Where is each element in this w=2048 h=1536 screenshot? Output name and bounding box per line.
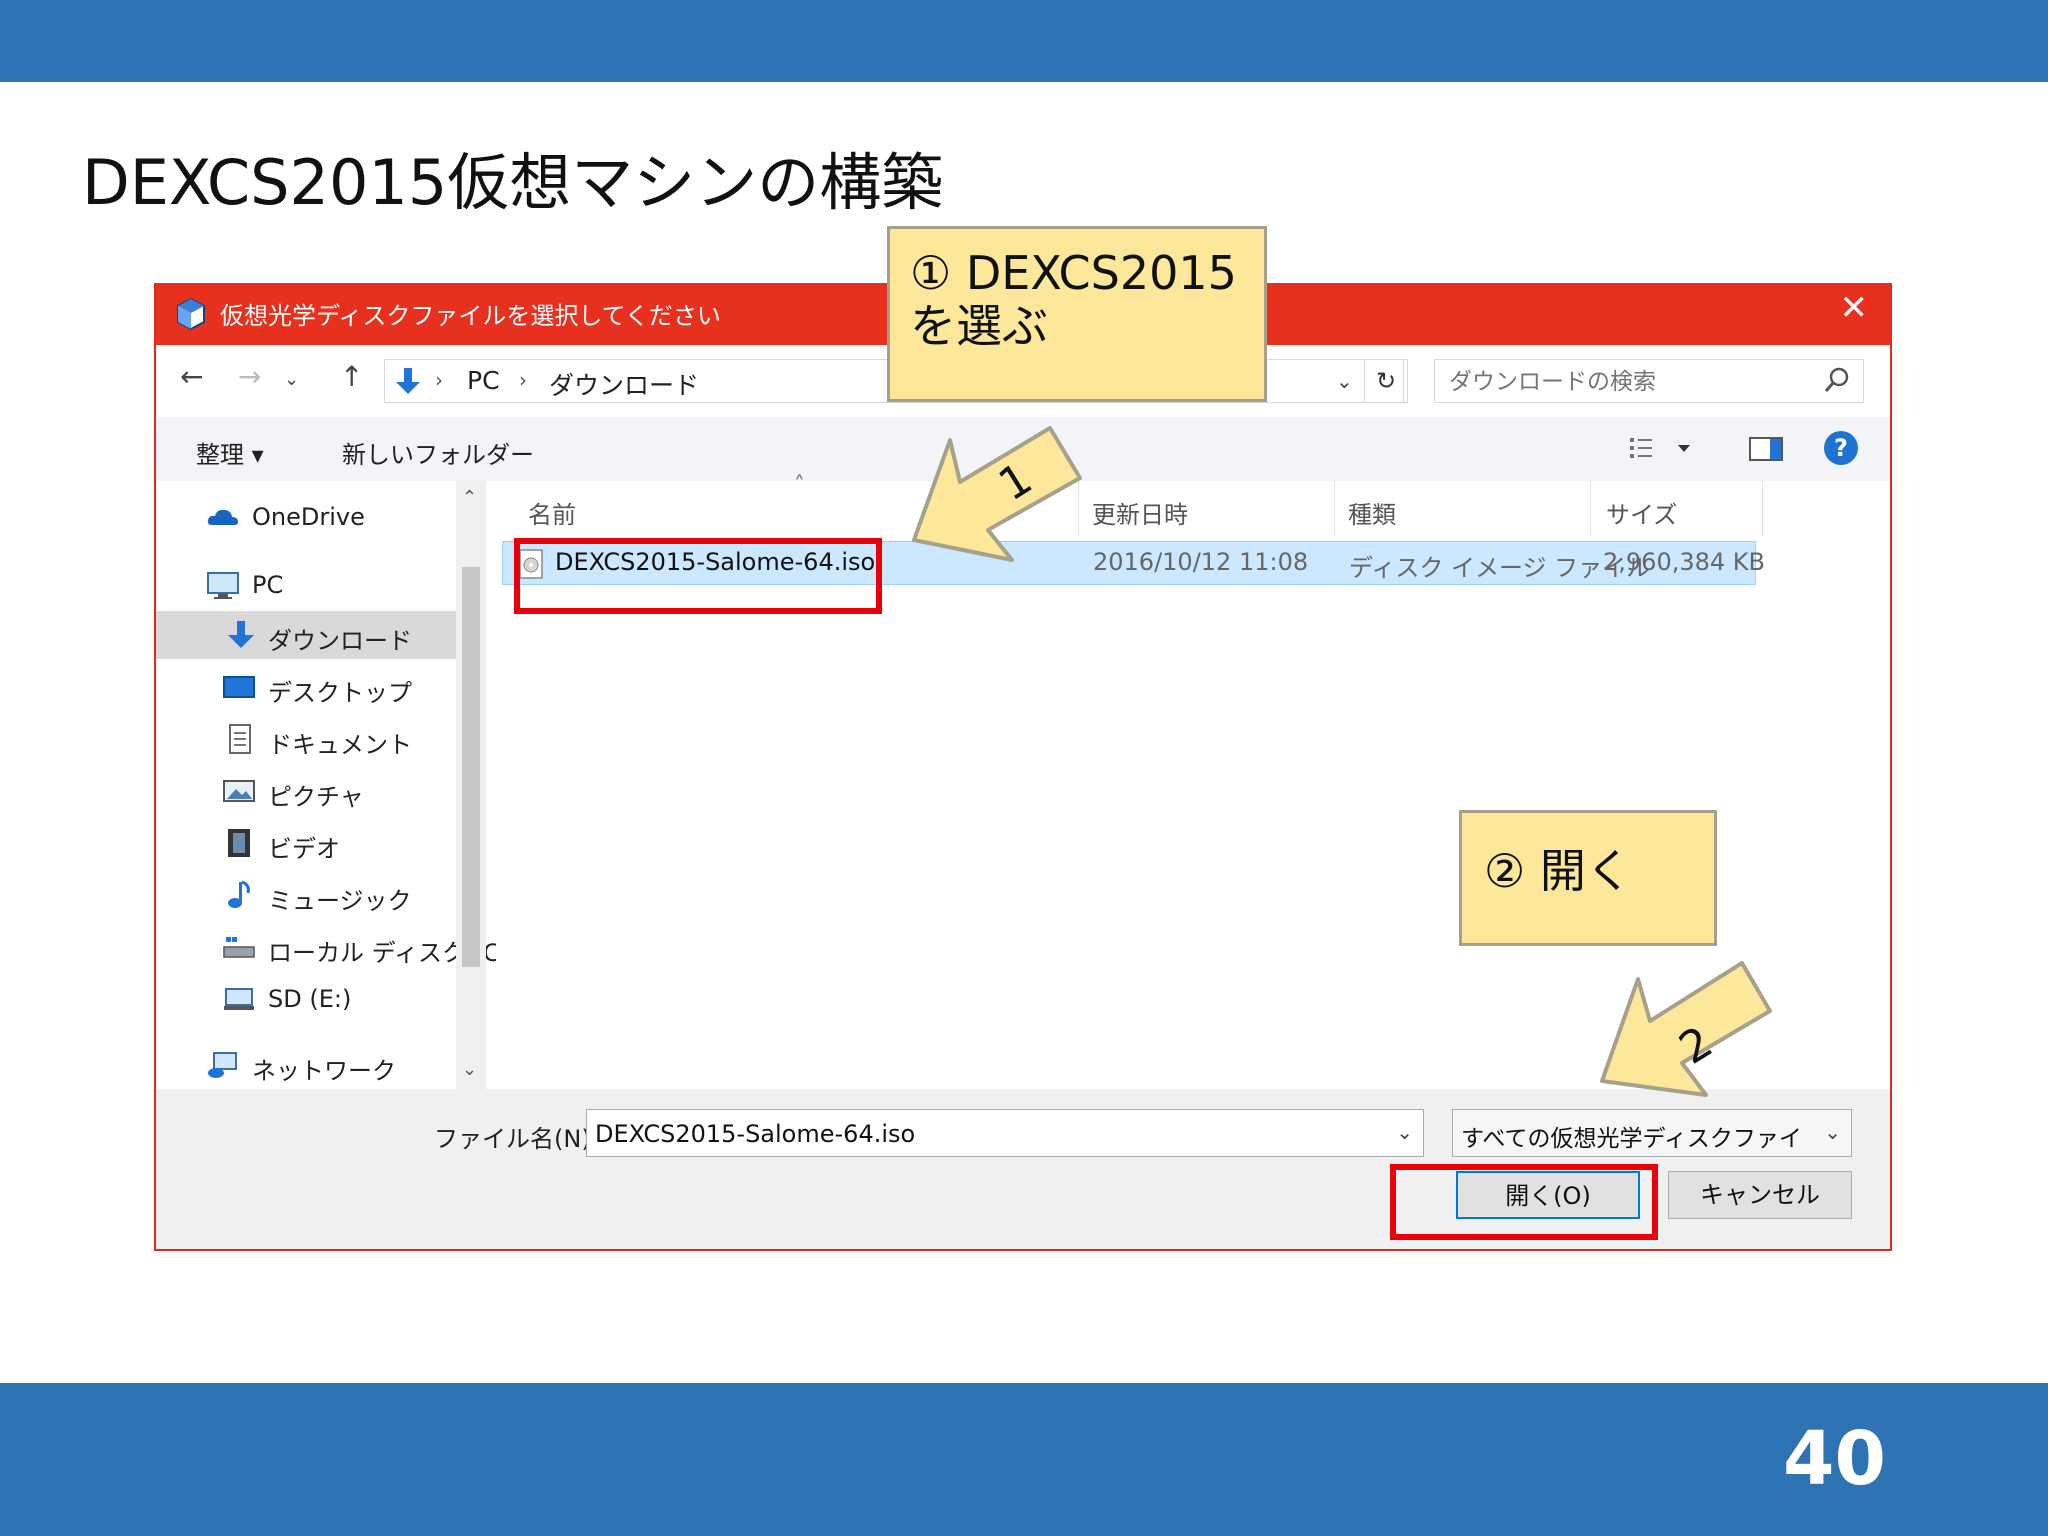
music-icon — [228, 880, 250, 908]
search-input[interactable] — [1435, 360, 1821, 404]
page-number: 40 — [1783, 1416, 1886, 1502]
download-icon — [396, 368, 420, 394]
column-divider — [1762, 481, 1763, 537]
filename-field[interactable]: ⌄ — [586, 1109, 1424, 1158]
slide-title: DEXCS2015仮想マシンの構築 — [82, 146, 944, 219]
file-type-filter[interactable]: すべての仮想光学ディスクファイル (* ⌄ — [1452, 1109, 1852, 1157]
sidebar-item-network[interactable]: ネットワーク — [206, 1041, 446, 1089]
sidebar-item-music[interactable]: ミュージック — [222, 871, 452, 919]
back-arrow-icon[interactable]: ← — [180, 363, 203, 391]
sidebar-item-local-disk[interactable]: ローカル ディスク (C — [222, 923, 500, 971]
breadcrumb-separator: › — [435, 368, 443, 392]
filename-input[interactable] — [587, 1110, 1377, 1158]
sidebar-item-label: PC — [252, 571, 284, 599]
arrow-2: 2 — [1600, 961, 1772, 1097]
help-icon[interactable]: ? — [1824, 431, 1858, 465]
address-dropdown-icon[interactable]: ⌄ — [1336, 369, 1353, 393]
sidebar-item-label: SD (E:) — [268, 985, 352, 1013]
drive-icon — [223, 937, 255, 958]
virtualbox-icon — [177, 297, 205, 331]
callout-select-file: ① DEXCS2015 を選ぶ — [887, 226, 1267, 402]
sidebar-item-label: デスクトップ — [268, 679, 412, 707]
column-divider — [1334, 481, 1335, 537]
sidebar-item-label: ドキュメント — [268, 731, 412, 759]
bottom-band — [0, 1383, 2048, 1536]
file-type-filter-value: すべての仮想光学ディスクファイル (* — [1461, 1126, 1801, 1152]
sidebar-item-label: ビデオ — [268, 835, 340, 863]
open-button-highlight-box — [1390, 1164, 1658, 1240]
sidebar-item-label: ダウンロード — [268, 627, 412, 655]
file-modified: 2016/10/12 11:08 — [1093, 548, 1309, 576]
column-header-size[interactable]: サイズ — [1606, 495, 1677, 530]
view-options-icon[interactable] — [1628, 435, 1692, 463]
sort-indicator-icon: ˄ — [794, 473, 805, 498]
sidebar-item-pictures[interactable]: ピクチャ — [222, 767, 452, 815]
file-highlight-box — [514, 538, 882, 614]
column-header-type[interactable]: 種類 — [1348, 495, 1396, 530]
chevron-down-icon[interactable]: ⌄ — [284, 371, 299, 389]
column-divider — [1590, 481, 1591, 537]
scroll-down-icon[interactable]: ⌄ — [462, 1059, 477, 1080]
sidebar-item-documents[interactable]: ドキュメント — [222, 715, 452, 763]
search-icon — [1824, 367, 1849, 392]
sidebar-item-desktop[interactable]: デスクトップ — [222, 663, 452, 711]
breadcrumb-downloads[interactable]: ダウンロード — [549, 366, 699, 402]
new-folder-button[interactable]: 新しいフォルダー — [342, 435, 534, 470]
file-size: 2,960,384 KB — [1603, 548, 1765, 576]
callout-open: ② 開く — [1459, 810, 1717, 946]
up-arrow-icon[interactable]: ↑ — [340, 363, 363, 391]
top-band — [0, 0, 2048, 82]
arrow-1: 1 — [912, 426, 1082, 562]
picture-icon — [223, 780, 255, 802]
cancel-button[interactable]: キャンセル — [1668, 1171, 1852, 1219]
navigation-pane: OneDrive PC ダウンロード デスクトップ ドキュメント ピクチャ ビデ… — [156, 481, 500, 1089]
sidebar-item-onedrive[interactable]: OneDrive — [206, 493, 446, 541]
filename-label: ファイル名(N): — [434, 1125, 599, 1153]
column-header-modified[interactable]: 更新日時 — [1092, 495, 1188, 530]
sidebar-item-label: ミュージック — [268, 887, 412, 915]
network-icon — [208, 1052, 237, 1078]
document-icon — [229, 724, 251, 754]
chevron-down-icon[interactable]: ⌄ — [1824, 1120, 1841, 1144]
sidebar-item-label: OneDrive — [252, 503, 365, 531]
chevron-down-icon[interactable]: ⌄ — [1396, 1120, 1413, 1144]
close-icon[interactable]: ✕ — [1840, 291, 1869, 325]
navigation-scrollbar[interactable]: ⌃ ⌄ — [456, 481, 486, 1089]
download-icon — [228, 621, 254, 648]
sidebar-item-label: ピクチャ — [268, 783, 364, 811]
sidebar-item-label: ネットワーク — [252, 1057, 396, 1085]
forward-arrow-icon[interactable]: → — [238, 363, 261, 391]
search-box[interactable] — [1434, 359, 1864, 404]
scroll-up-icon[interactable]: ⌃ — [462, 487, 477, 508]
refresh-icon[interactable]: ↻ — [1364, 359, 1408, 403]
sd-drive-icon — [224, 988, 254, 1010]
computer-icon — [207, 572, 239, 599]
cloud-icon — [207, 509, 238, 525]
sidebar-item-sd-drive[interactable]: SD (E:) — [222, 975, 452, 1023]
sidebar-item-pc[interactable]: PC — [206, 561, 446, 609]
breadcrumb-separator: › — [519, 368, 527, 392]
dialog-title: 仮想光学ディスクファイルを選択してください — [220, 302, 721, 330]
scroll-thumb[interactable] — [462, 567, 480, 967]
breadcrumb-pc[interactable]: PC — [467, 366, 500, 395]
desktop-icon — [223, 676, 255, 698]
sidebar-item-downloads[interactable]: ダウンロード — [156, 611, 456, 659]
sidebar-item-videos[interactable]: ビデオ — [222, 819, 452, 867]
preview-pane-icon[interactable] — [1748, 435, 1784, 463]
video-icon — [228, 829, 250, 857]
organize-menu[interactable]: 整理 ▾ — [196, 435, 264, 470]
column-header-name[interactable]: 名前 — [528, 495, 576, 530]
